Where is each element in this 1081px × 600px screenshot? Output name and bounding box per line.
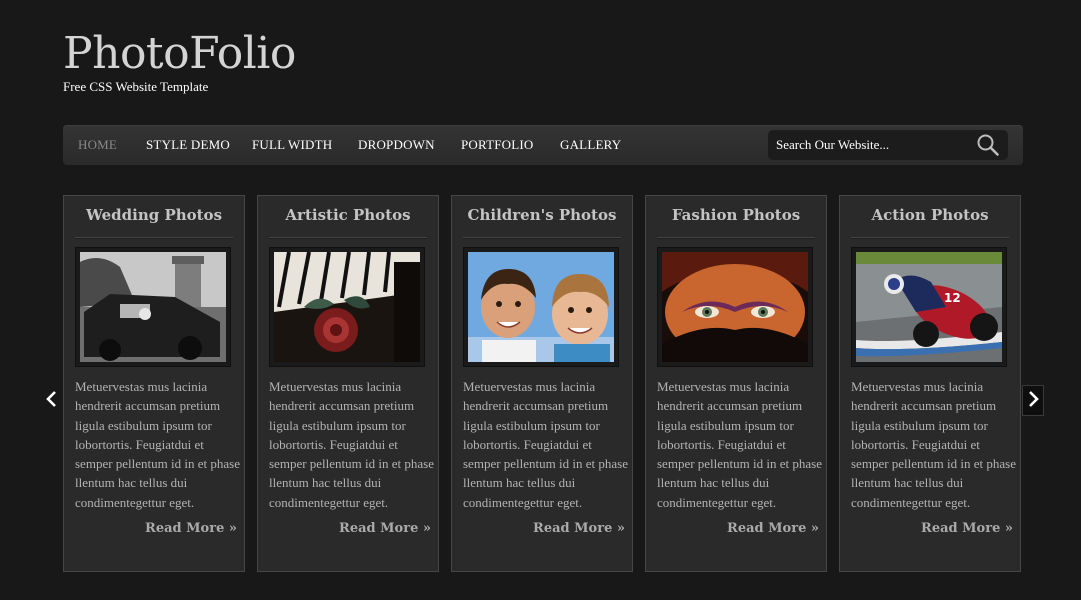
motorcycle-photo: 12 [856,252,1002,362]
search-icon[interactable] [976,133,1000,157]
card-thumbnail[interactable]: 12 [851,247,1007,367]
nav-item-portfolio[interactable]: PORTFOLIO [461,137,534,153]
card-description: Metuervestas mus lacinia hendrerit accum… [657,379,822,510]
read-more-link[interactable]: Read More » [339,521,431,536]
chevron-right-icon [1026,390,1040,412]
nav-item-style-demo[interactable]: STYLE DEMO [146,137,230,153]
card-description: Metuervestas mus lacinia hendrerit accum… [463,379,628,510]
card-title[interactable]: Children's Photos [452,206,632,224]
portfolio-card-action: Action Photos 12 Metuervestas mus lacini… [839,195,1021,572]
card-divider [851,237,1009,239]
read-more-link[interactable]: Read More » [145,521,237,536]
card-title[interactable]: Action Photos [840,206,1020,224]
card-thumbnail[interactable] [657,247,813,367]
nav-item-gallery[interactable]: GALLERY [560,137,621,153]
portfolio-card-artistic: Artistic Photos Metuervestas mus lacinia… [257,195,439,572]
card-description: Metuervestas mus lacinia hendrerit accum… [269,379,434,510]
site-tagline: Free CSS Website Template [63,79,209,94]
search-input[interactable] [776,135,966,155]
card-thumbnail[interactable] [75,247,231,367]
portfolio-card-childrens: Children's Photos Metuervestas mus lacin… [451,195,633,572]
nav-item-full-width[interactable]: FULL WIDTH [252,137,332,153]
card-thumbnail[interactable] [269,247,425,367]
svg-text:12: 12 [944,291,961,305]
read-more-link[interactable]: Read More » [533,521,625,536]
portfolio-card-wedding: Wedding Photos Metuervestas mus lacinia … [63,195,245,572]
card-title[interactable]: Artistic Photos [258,206,438,224]
chevron-left-icon [45,390,59,412]
nav-item-dropdown[interactable]: DROPDOWN [358,137,435,153]
children-photo [468,252,614,362]
carousel-prev-button[interactable] [41,385,63,416]
card-divider [463,237,621,239]
portfolio-card-fashion: Fashion Photos Metuervestas mus lacinia … [645,195,827,572]
site-logo[interactable]: PhotoFolio [63,28,296,80]
card-divider [75,237,233,239]
fashion-photo [662,252,808,362]
read-more-link[interactable]: Read More » [921,521,1013,536]
card-description: Metuervestas mus lacinia hendrerit accum… [75,379,240,510]
card-title[interactable]: Wedding Photos [64,206,244,224]
carousel-next-button[interactable] [1022,385,1044,416]
card-title[interactable]: Fashion Photos [646,206,826,224]
card-divider [269,237,427,239]
nav-item-home[interactable]: HOME [78,137,117,153]
card-divider [657,237,815,239]
search-box [768,130,1008,160]
card-description: Metuervestas mus lacinia hendrerit accum… [851,379,1016,510]
card-thumbnail[interactable] [463,247,619,367]
wedding-car-photo [80,252,226,362]
rose-piano-photo [274,252,420,362]
read-more-link[interactable]: Read More » [727,521,819,536]
